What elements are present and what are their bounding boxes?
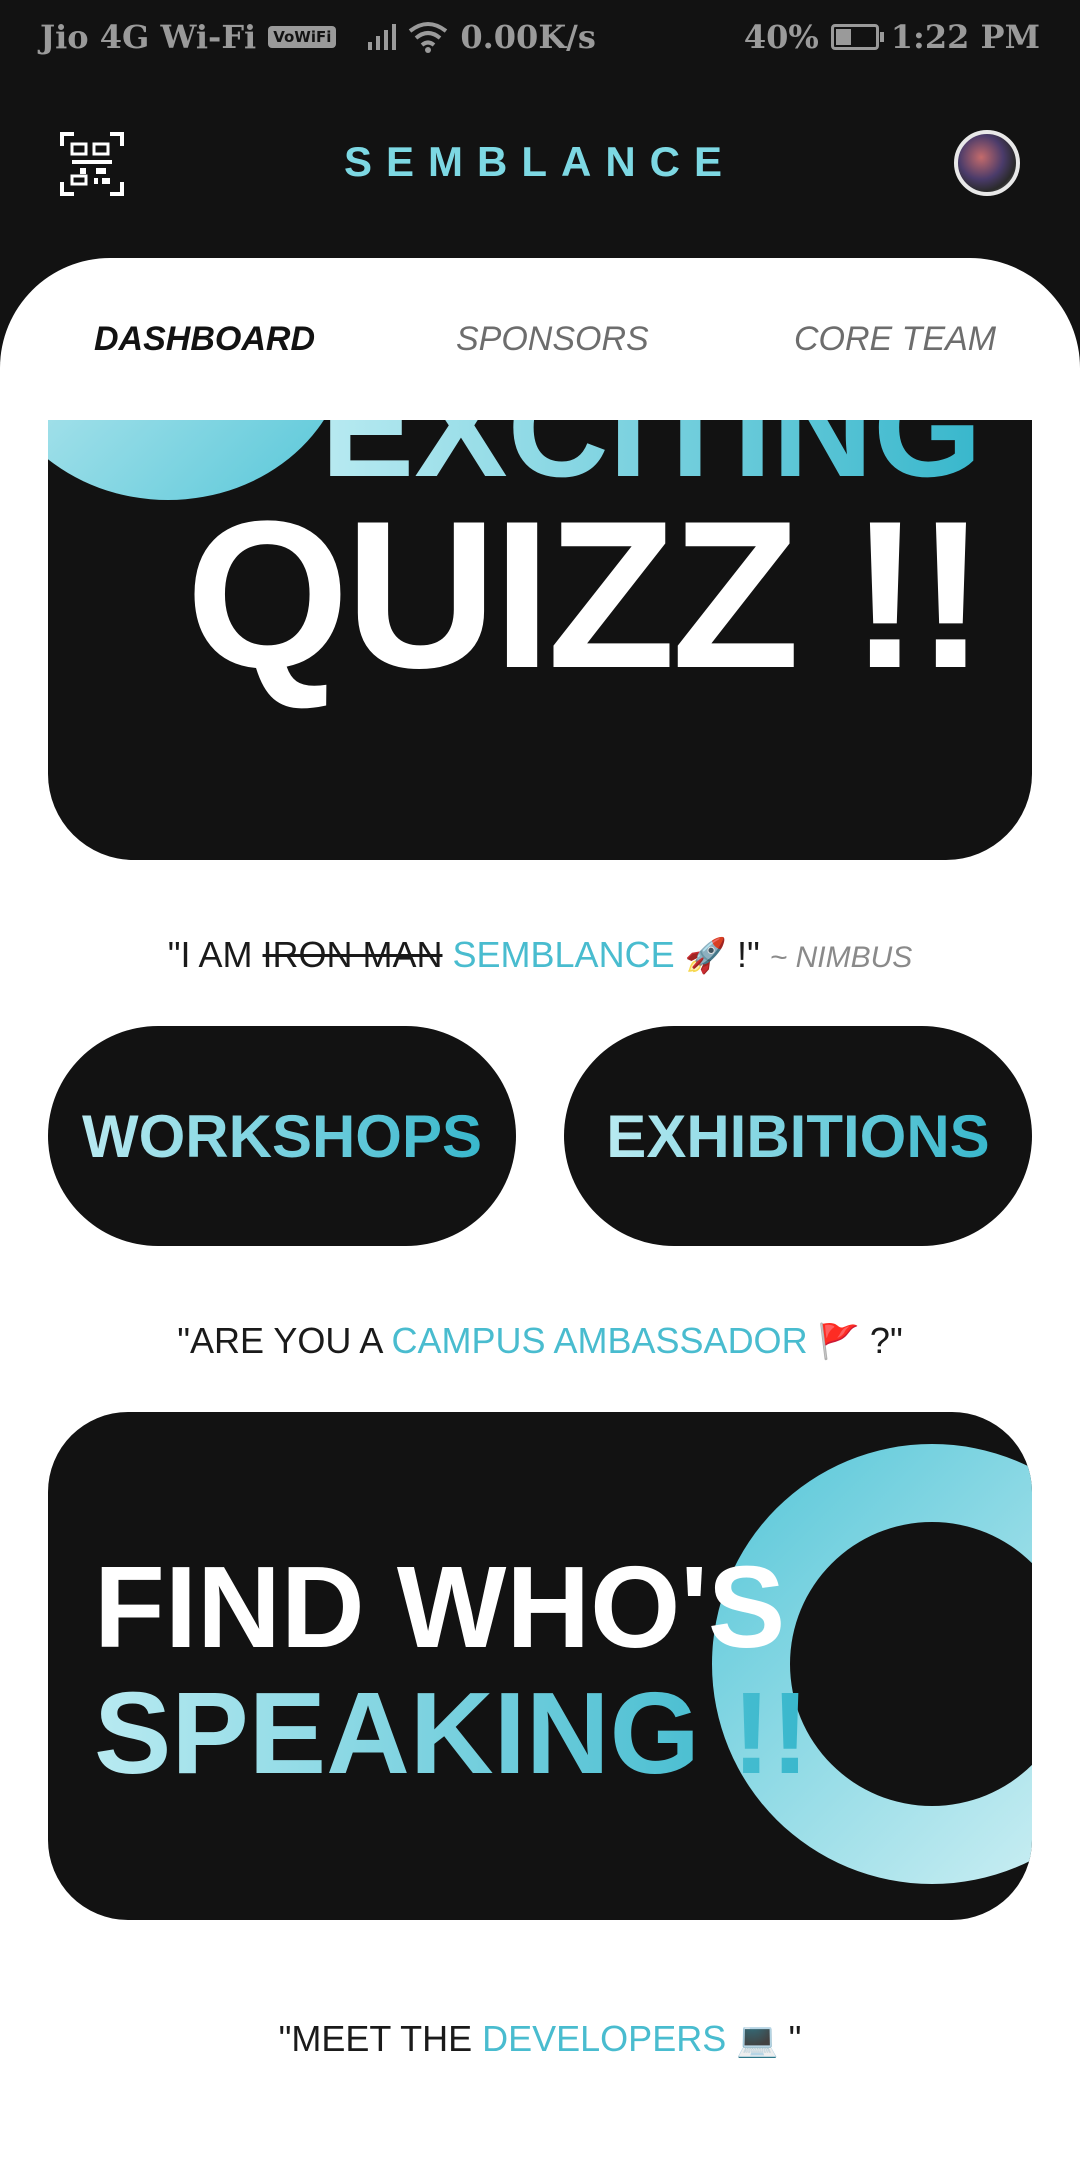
exhibitions-label: EXHIBITIONS: [606, 1102, 990, 1170]
ambassador-prefix: "ARE YOU A: [177, 1320, 392, 1361]
tab-bar: DASHBOARD SPONSORS CORE TEAM: [0, 310, 1080, 370]
workshops-button[interactable]: WORKSHOPS: [48, 1026, 516, 1246]
wifi-icon: [409, 22, 448, 53]
rocket-icon: 🚀: [684, 936, 727, 976]
ambassador-highlight: CAMPUS AMBASSADOR: [391, 1320, 808, 1361]
battery-percent: 40%: [743, 18, 819, 56]
flag-icon: 🚩: [817, 1322, 860, 1362]
ambassador-suffix: ?": [859, 1320, 903, 1361]
exhibitions-button[interactable]: EXHIBITIONS: [564, 1026, 1032, 1246]
speakers-banner[interactable]: FIND WHO'S SPEAKING !!: [48, 1412, 1032, 1920]
developers-link[interactable]: "MEET THE DEVELOPERS 💻 ": [0, 2018, 1080, 2060]
developers-highlight: DEVELOPERS: [482, 2018, 727, 2059]
carrier-label: Jio 4G Wi-Fi: [40, 18, 257, 56]
developers-prefix: "MEET THE: [278, 2018, 483, 2059]
tab-sponsors[interactable]: SPONSORS: [456, 320, 649, 359]
tab-core-team[interactable]: CORE TEAM: [794, 320, 996, 359]
ambassador-link[interactable]: "ARE YOU A CAMPUS AMBASSADOR 🚩 ?": [0, 1320, 1080, 1362]
status-right: 40% 1:22 PM: [744, 18, 1040, 56]
battery-fill: [835, 29, 851, 45]
laptop-icon: 💻: [736, 2020, 779, 2060]
iron-man-quote: "I AM IRON MAN SEMBLANCE 🚀 !" ~ NIMBUS: [0, 934, 1080, 976]
workshops-label: WORKSHOPS: [81, 1102, 483, 1170]
quote-prefix: "I AM: [167, 934, 263, 975]
quote-struck: IRON MAN: [262, 934, 443, 975]
battery-icon: [830, 24, 884, 50]
tab-dashboard[interactable]: DASHBOARD: [94, 320, 315, 359]
vowifi-badge: VoWiFi: [268, 26, 337, 48]
signal-icon: [368, 24, 397, 50]
clock: 1:22 PM: [890, 18, 1040, 56]
quote-suffix: !": [726, 934, 760, 975]
user-avatar[interactable]: [954, 130, 1020, 196]
speakers-line2: SPEAKING !!: [94, 1668, 810, 1798]
status-bar: Jio 4G Wi-Fi VoWiFi 0.00K/s 40% 1:22 PM: [0, 0, 1080, 76]
quote-author: ~ NIMBUS: [769, 941, 913, 974]
status-left: Jio 4G Wi-Fi VoWiFi 0.00K/s: [40, 18, 596, 56]
speakers-line1: FIND WHO'S: [94, 1542, 786, 1672]
quiz-title: QUIZZ !!: [185, 477, 986, 712]
developers-suffix: ": [778, 2018, 802, 2059]
app-title: SEMBLANCE: [343, 138, 736, 185]
network-speed: 0.00K/s: [460, 18, 596, 56]
quote-highlight: SEMBLANCE: [452, 934, 675, 975]
quiz-banner[interactable]: EXCITING QUIZZ !!: [48, 420, 1032, 860]
